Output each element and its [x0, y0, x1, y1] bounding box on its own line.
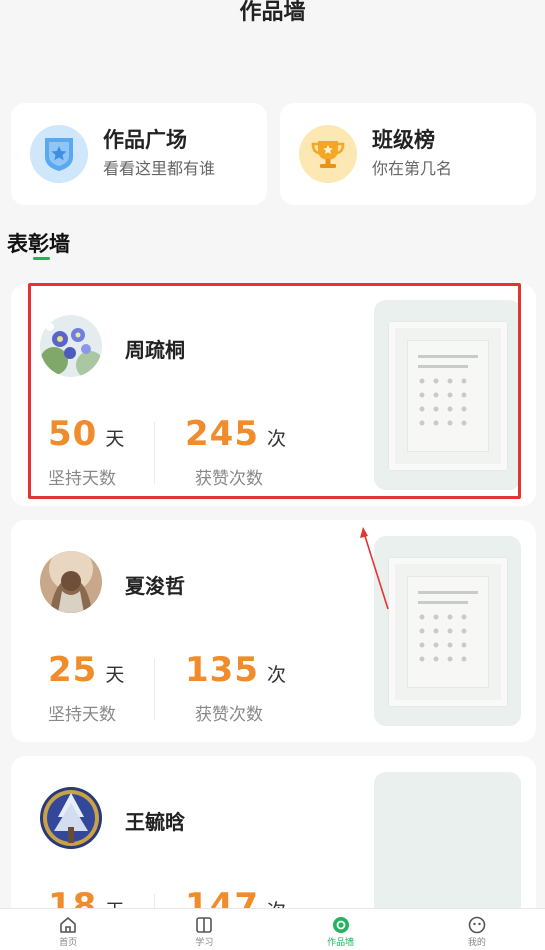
tab-mine-label: 我的: [467, 938, 486, 948]
likes-label: 获赞次数: [195, 469, 263, 489]
likes-unit: 次: [266, 664, 286, 686]
home-icon: [60, 917, 76, 933]
stat-divider: [154, 422, 155, 484]
tab-study[interactable]: 学习: [136, 909, 272, 950]
likes-value: 245: [185, 414, 259, 454]
days-unit: 天: [105, 428, 125, 450]
artwork-paper: [407, 340, 489, 452]
book-icon: [196, 917, 213, 933]
likes-unit: 次: [266, 428, 286, 450]
tab-works-wall[interactable]: 作品墙: [273, 909, 409, 950]
person-name: 王毓晗: [125, 810, 185, 834]
person-name: 夏浚哲: [125, 574, 185, 598]
days-label: 坚持天数: [48, 469, 116, 489]
days-stat: 25 天: [48, 650, 124, 690]
target-icon: [332, 917, 349, 933]
likes-value: 135: [185, 650, 259, 690]
stat-divider: [154, 658, 155, 720]
tab-study-label: 学习: [195, 938, 214, 948]
works-square-subtitle: 看看这里都有谁: [103, 159, 216, 178]
avatar: [40, 551, 102, 613]
avatar: [40, 787, 102, 849]
days-unit: 天: [105, 664, 125, 686]
artwork-paper: [407, 576, 489, 688]
face-icon: [468, 916, 486, 934]
days-stat: 50 天: [48, 414, 124, 454]
honor-card[interactable]: 周疏桐 50 天 坚持天数 245 次 获赞次数: [11, 284, 536, 506]
days-value: 50: [48, 414, 98, 454]
days-label: 坚持天数: [48, 705, 116, 725]
honor-card[interactable]: 夏浚哲 25 天 坚持天数 135 次 获赞次数: [11, 520, 536, 742]
likes-label: 获赞次数: [195, 705, 263, 725]
trophy-icon: [299, 125, 357, 183]
artwork-thumbnail[interactable]: [374, 300, 521, 490]
person-name: 周疏桐: [125, 338, 185, 362]
tab-mine[interactable]: 我的: [409, 909, 545, 950]
works-square-title: 作品广场: [103, 128, 187, 152]
likes-stat: 245 次: [185, 414, 286, 454]
page-title: 作品墙: [239, 0, 306, 25]
class-ranking-card[interactable]: 班级榜 你在第几名: [280, 103, 536, 205]
tab-works-wall-label: 作品墙: [327, 938, 355, 948]
likes-stat: 135 次: [185, 650, 286, 690]
days-value: 25: [48, 650, 98, 690]
tab-bar: 首页 学习 作品墙 我的: [0, 908, 545, 950]
section-underline: [33, 257, 50, 260]
class-ranking-title: 班级榜: [372, 128, 435, 152]
class-ranking-subtitle: 你在第几名: [372, 159, 453, 178]
section-title: 表彰墙: [7, 232, 70, 256]
artwork-thumbnail[interactable]: [374, 536, 521, 726]
tab-home[interactable]: 首页: [0, 909, 136, 950]
artwork-frame: [389, 558, 507, 706]
tab-home-label: 首页: [59, 938, 78, 948]
works-square-card[interactable]: 作品广场 看看这里都有谁: [11, 103, 267, 205]
shield-star-icon: [30, 125, 88, 183]
artwork-frame: [389, 322, 507, 470]
avatar: [40, 315, 102, 377]
